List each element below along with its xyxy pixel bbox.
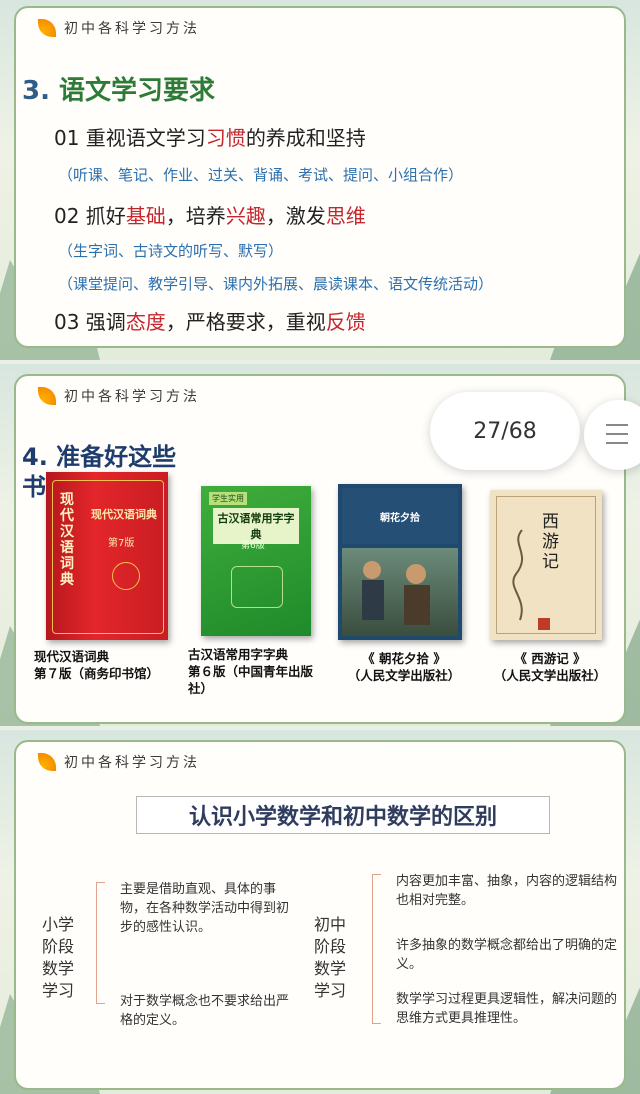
point-2: 02 抓好基础，培养兴趣，激发思维: [54, 200, 366, 229]
point-text: 02 抓好: [54, 204, 126, 228]
point-1: 01 重视语文学习习惯的养成和坚持: [54, 122, 366, 151]
point-1-detail: （听课、笔记、作业、过关、背诵、考试、提问、小组合作）: [58, 166, 464, 184]
leaf-icon: [38, 19, 56, 37]
slide-books: 初中各科学习方法 4. 准备好这些书： 现代汉语词典 现代汉语词典 第7版 学生…: [0, 364, 640, 726]
section-title: 3. 语文学习要求: [22, 70, 215, 107]
primary-stage-label: 小学阶段数学学习: [41, 915, 74, 1000]
leaf-icon: [38, 387, 56, 405]
menu-icon: [606, 442, 628, 444]
point-highlight: 思维: [325, 204, 366, 228]
caption-text: 《 西游记 》 （人民文学出版社）: [493, 651, 607, 683]
slide-card: 初中各科学习方法 3. 语文学习要求 01 重视语文学习习惯的养成和坚持 （听课…: [14, 6, 626, 348]
slide-header: 初中各科学习方法: [38, 752, 200, 772]
slide-header: 初中各科学习方法: [38, 386, 200, 406]
bracket: [96, 882, 105, 1004]
point-highlight: 反馈: [325, 310, 366, 334]
point-text: 01 重视语文学习: [54, 126, 206, 150]
bracket: [372, 874, 381, 1024]
book-title: 现代汉语词典: [91, 508, 157, 521]
book-title: 西游记: [542, 512, 559, 572]
primary-point-1: 主要是借助直观、具体的事物，在各种数学活动中得到初步的感性认识。: [120, 882, 290, 935]
point-highlight: 基础: [125, 204, 166, 228]
page-counter-text: 27/68: [473, 418, 537, 444]
point-text: ，严格要求，重视: [165, 310, 326, 334]
leaf-icon: [38, 753, 56, 771]
book-cover-morning-flowers: 朝花夕拾: [338, 484, 462, 640]
slide-math-difference: 初中各科学习方法 认识小学数学和初中数学的区别 小学阶段数学学习 主要是借助直观…: [0, 730, 640, 1094]
book-caption-2: 古汉语常用字字典 第６版（中国青年出版社）: [188, 646, 328, 697]
slide-header: 初中各科学习方法: [38, 18, 200, 38]
publisher-seal: [538, 618, 550, 630]
point-3: 03 强调态度，严格要求，重视反馈: [54, 306, 366, 335]
page-counter[interactable]: 27/68: [430, 392, 580, 470]
caption-text: 古汉语常用字字典 第６版（中国青年出版社）: [188, 647, 314, 696]
slide-card: 初中各科学习方法 认识小学数学和初中数学的区别 小学阶段数学学习 主要是借助直观…: [14, 740, 626, 1090]
point-text: 03 强调: [54, 310, 126, 334]
slide-chinese-requirements: 初中各科学习方法 3. 语文学习要求 01 重视语文学习习惯的养成和坚持 （听课…: [0, 0, 640, 360]
junior-point-3: 数学学习过程更具逻辑性，解决问题的思维方式更具推理性。: [396, 992, 618, 1026]
book-edition: 第6版: [241, 541, 265, 551]
point-highlight: 兴趣: [225, 204, 266, 228]
book-cover-dictionary: 现代汉语词典 现代汉语词典 第7版: [46, 472, 168, 640]
book-tag: 学生实用: [209, 492, 247, 505]
book-cover-journey-west: 西游记: [490, 490, 602, 640]
section-number: 3.: [22, 76, 50, 106]
book-caption-1: 现代汉语词典 第７版（商务印书馆）: [34, 648, 164, 682]
menu-icon: [606, 424, 628, 426]
book-illustration: [342, 548, 458, 636]
section-title: 认识小学数学和初中数学的区别: [136, 796, 550, 834]
header-label: 初中各科学习方法: [64, 389, 200, 405]
vessel-icon: [231, 566, 283, 608]
menu-icon: [606, 433, 628, 435]
junior-point-2: 许多抽象的数学概念都给出了明确的定义。: [396, 938, 618, 972]
book-caption-3: 《 朝花夕拾 》 （人民文学出版社）: [334, 650, 474, 684]
caption-text: 《 朝花夕拾 》 （人民文学出版社）: [347, 651, 461, 683]
emblem-icon: [112, 562, 140, 590]
book-caption-4: 《 西游记 》 （人民文学出版社）: [480, 650, 620, 684]
point-2-detail-1: （生字词、古诗文的听写、默写）: [58, 242, 284, 260]
figures-illustration: [362, 561, 430, 625]
primary-point-2: 对于数学概念也不要求给出严格的定义。: [120, 994, 290, 1028]
section-title-text: 语文学习要求: [59, 76, 216, 106]
book-edition: 第7版: [108, 538, 135, 549]
book-cover-ancient-chinese: 学生实用 古汉语常用字字典 第6版: [201, 486, 311, 636]
monkey-illustration: [512, 529, 523, 621]
point-text: ，激发: [265, 204, 326, 228]
point-text: ，培养: [165, 204, 226, 228]
point-highlight: 态度: [125, 310, 166, 334]
point-text: 的养成和坚持: [245, 126, 366, 150]
book-title: 朝花夕拾: [342, 488, 458, 544]
point-highlight: 习惯: [205, 126, 246, 150]
book-spine-title: 现代汉语词典: [60, 492, 74, 588]
point-2-detail-2: （课堂提问、教学引导、课内外拓展、晨读课本、语文传统活动）: [58, 275, 494, 293]
caption-text: 现代汉语词典 第７版（商务印书馆）: [34, 649, 160, 681]
junior-point-1: 内容更加丰富、抽象，内容的逻辑结构也相对完整。: [396, 874, 618, 908]
header-label: 初中各科学习方法: [64, 755, 200, 771]
header-label: 初中各科学习方法: [64, 21, 200, 37]
junior-stage-label: 初中阶段数学学习: [313, 915, 346, 1000]
